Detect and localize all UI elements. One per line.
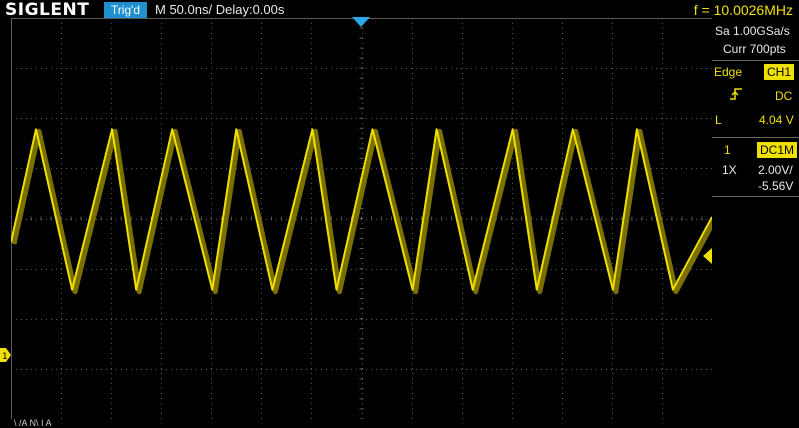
trigger-position-marker[interactable] bbox=[352, 17, 370, 27]
trigger-type: Edge bbox=[714, 65, 743, 79]
trigger-status-badge[interactable]: Trig'd bbox=[104, 2, 147, 18]
brand-logo: SIGLENT bbox=[5, 0, 90, 20]
memory-depth: Curr 700pts bbox=[723, 42, 786, 56]
vertical-offset: -5.56V bbox=[758, 179, 794, 193]
trigger-level-label: L bbox=[715, 113, 722, 127]
probe-attenuation: 1X bbox=[722, 163, 737, 177]
sample-rate: Sa 1.00GSa/s bbox=[715, 24, 790, 38]
bottom-label-partial: \ /A N\ I A bbox=[14, 418, 52, 428]
rising-edge-icon bbox=[730, 88, 742, 100]
trigger-coupling: DC bbox=[775, 89, 793, 103]
panel-divider bbox=[712, 196, 799, 197]
channel-number: 1 bbox=[724, 143, 731, 157]
info-panel: Sa 1.00GSa/s Curr 700pts Edge CH1 DC L 4… bbox=[712, 20, 799, 425]
ch1-ground-marker[interactable]: 1 bbox=[0, 348, 11, 362]
waveform-display[interactable] bbox=[11, 18, 712, 419]
panel-divider bbox=[712, 60, 799, 61]
timebase-readout[interactable]: M 50.0ns/ Delay:0.00s bbox=[155, 0, 284, 20]
trigger-level-value: 4.04 V bbox=[759, 113, 794, 127]
trigger-source-badge: CH1 bbox=[764, 64, 795, 80]
top-status-bar: SIGLENT Trig'd M 50.0ns/ Delay:0.00s f =… bbox=[0, 0, 799, 20]
panel-divider bbox=[712, 137, 799, 138]
frequency-readout: f = 10.0026MHz bbox=[693, 2, 793, 18]
channel-coupling-badge: DC1M bbox=[757, 142, 798, 158]
vertical-scale: 2.00V/ bbox=[758, 163, 793, 177]
delay-readout: Delay:0.00s bbox=[215, 2, 285, 17]
timebase-scale: M 50.0ns/ bbox=[155, 2, 213, 17]
ch1-ground-label: 1 bbox=[2, 352, 8, 362]
